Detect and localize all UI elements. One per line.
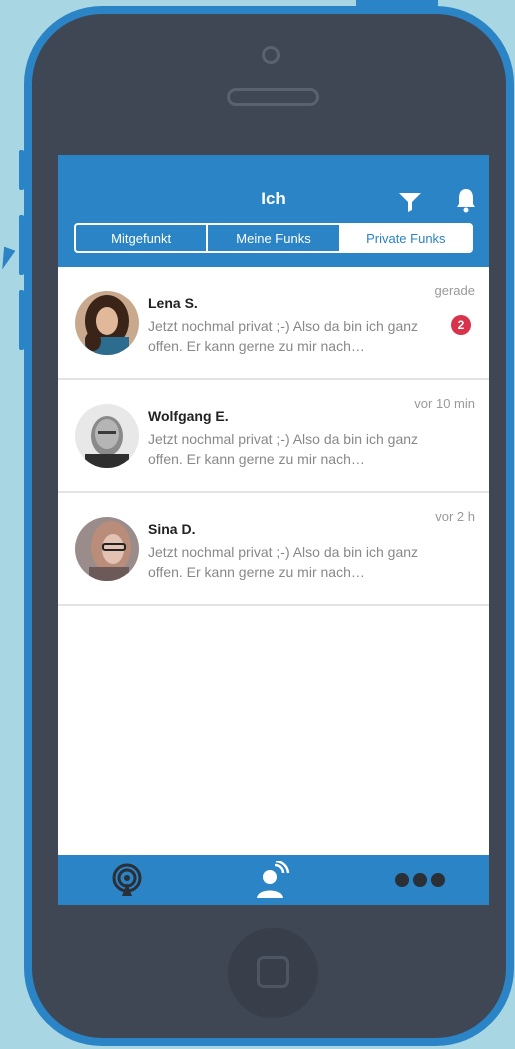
app-header: Ich Mitgefunkt Meine Funks Private Funks — [58, 155, 489, 267]
tab-label: Private Funks — [366, 230, 446, 246]
page-title: Ich — [261, 189, 286, 208]
earpiece-speaker — [227, 88, 319, 106]
broadcast-icon[interactable] — [110, 863, 144, 897]
bottom-tab-bar — [58, 855, 489, 905]
more-icon[interactable] — [394, 872, 446, 888]
tab-mitgefunkt[interactable]: Mitgefunkt — [76, 225, 206, 251]
background-decoration — [0, 246, 16, 272]
power-button — [356, 0, 438, 8]
timestamp: vor 10 min — [414, 396, 475, 411]
contact-name: Sina D. — [148, 521, 196, 537]
contact-name: Wolfgang E. — [148, 408, 229, 424]
avatar — [75, 291, 139, 355]
list-item[interactable]: Sina D. Jetzt nochmal privat ;-) Also da… — [58, 493, 489, 606]
segmented-control: Mitgefunkt Meine Funks Private Funks — [74, 223, 473, 253]
filter-icon[interactable] — [398, 191, 422, 213]
unread-badge: 2 — [451, 315, 471, 335]
front-camera — [262, 46, 280, 64]
app-screen: Ich Mitgefunkt Meine Funks Private Funks — [58, 155, 489, 905]
user-signal-icon[interactable] — [256, 861, 290, 899]
message-preview: Jetzt nochmal privat ;-) Also da bin ich… — [148, 544, 419, 580]
home-button-square-icon — [257, 956, 289, 988]
tab-meine-funks[interactable]: Meine Funks — [206, 225, 338, 251]
tab-private-funks[interactable]: Private Funks — [338, 225, 471, 251]
timestamp: gerade — [434, 283, 475, 298]
contact-name: Lena S. — [148, 295, 198, 311]
message-preview: Jetzt nochmal privat ;-) Also da bin ich… — [148, 318, 419, 354]
message-list: Lena S. Jetzt nochmal privat ;-) Also da… — [58, 267, 489, 606]
list-item[interactable]: Lena S. Jetzt nochmal privat ;-) Also da… — [58, 267, 489, 380]
message-preview: Jetzt nochmal privat ;-) Also da bin ich… — [148, 431, 419, 467]
volume-up-button — [19, 215, 24, 275]
avatar — [75, 517, 139, 581]
tab-label: Meine Funks — [236, 230, 311, 246]
bell-icon[interactable] — [456, 187, 476, 213]
tab-label: Mitgefunkt — [111, 230, 172, 246]
timestamp: vor 2 h — [435, 509, 475, 524]
mute-switch — [19, 150, 24, 190]
avatar — [75, 404, 139, 468]
volume-down-button — [19, 290, 24, 350]
list-item[interactable]: Wolfgang E. Jetzt nochmal privat ;-) Als… — [58, 380, 489, 493]
